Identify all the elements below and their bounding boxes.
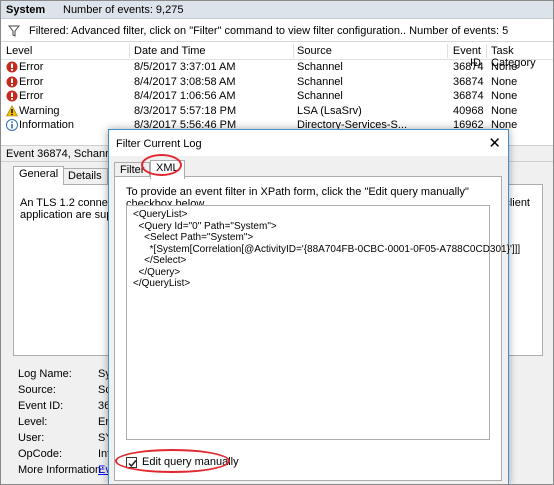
property-key: More Information: — [18, 464, 105, 476]
source-text: Schannel — [297, 61, 343, 73]
dialog-title: Filter Current Log — [116, 138, 202, 150]
task-text: None — [491, 104, 518, 117]
event-details-title: Event 36874, Schannel — [6, 148, 120, 160]
table-row[interactable]: Error 8/5/2017 3:37:01 AM Schannel 36874… — [1, 60, 553, 75]
event-id-text: 36874 — [453, 61, 484, 73]
property-key: User: — [18, 432, 45, 444]
table-row[interactable]: Error 8/4/2017 1:06:56 AM Schannel 36874… — [1, 89, 553, 104]
info-icon — [6, 119, 18, 131]
property-key: OpCode: — [18, 448, 63, 460]
error-icon — [6, 76, 18, 87]
task-text: None — [491, 75, 518, 88]
level-text: Warning — [19, 104, 60, 117]
source-text: LSA (LsaSrv) — [297, 104, 362, 117]
tab-xml[interactable]: XML — [150, 160, 185, 179]
filter-current-log-dialog: Filter Current Log ✕ Filter XML To provi… — [108, 129, 520, 485]
close-icon[interactable]: ✕ — [488, 134, 501, 152]
event-count: Number of events: 9,275 — [63, 4, 184, 16]
edit-query-label[interactable]: Edit query manually — [142, 456, 239, 468]
property-key: Source: — [18, 384, 56, 396]
log-header: System Number of events: 9,275 — [1, 1, 553, 19]
source-text: Schannel — [297, 75, 343, 88]
property-key: Level: — [18, 416, 48, 428]
table-row[interactable]: Warning 8/3/2017 5:57:18 PM LSA (LsaSrv)… — [1, 104, 553, 119]
log-name: System — [6, 4, 46, 16]
property-key: Event ID: — [18, 400, 64, 412]
date-text: 8/4/2017 3:08:58 AM — [134, 75, 236, 88]
level-text: Error — [19, 90, 44, 102]
xml-query-editor[interactable]: <QueryList> <Query Id="0" Path="System">… — [126, 205, 520, 440]
filter-bar: Filtered: Advanced filter, click on "Fil… — [1, 20, 553, 42]
source-text: Schannel — [297, 90, 343, 102]
date-text: 8/4/2017 1:06:56 AM — [134, 90, 236, 102]
events-table: Level Date and Time Source Event ID Task… — [1, 43, 553, 133]
date-text: 8/3/2017 5:57:18 PM — [134, 104, 237, 117]
task-text: None — [491, 61, 518, 73]
task-text: None — [491, 90, 518, 102]
level-text: Information — [19, 119, 75, 131]
table-header: Level Date and Time Source Event ID Task… — [1, 43, 553, 69]
level-text: Error — [19, 61, 44, 73]
column-date[interactable]: Date and Time — [134, 45, 206, 57]
event-id-text: 40968 — [453, 104, 484, 117]
error-icon — [6, 90, 18, 102]
xml-tab-panel: To provide an event filter in XPath form… — [114, 176, 520, 481]
table-row[interactable]: Error 8/4/2017 3:08:58 AM Schannel 36874… — [1, 75, 553, 90]
dialog-titlebar: Filter Current Log ✕ — [109, 130, 508, 156]
column-source[interactable]: Source — [297, 45, 332, 57]
event-id-text: 36874 — [453, 75, 484, 88]
property-key: Log Name: — [18, 368, 72, 380]
error-icon — [6, 61, 18, 73]
checkmark-icon — [128, 460, 137, 468]
tab-details[interactable]: Details — [62, 168, 108, 184]
warning-icon — [6, 104, 18, 116]
event-id-text: 36874 — [453, 90, 484, 102]
filter-description: Filtered: Advanced filter, click on "Fil… — [29, 25, 509, 37]
tab-general[interactable]: General — [13, 166, 65, 185]
level-text: Error — [19, 75, 44, 88]
column-level[interactable]: Level — [6, 45, 32, 57]
date-text: 8/5/2017 3:37:01 AM — [134, 61, 236, 73]
filter-icon — [8, 25, 20, 37]
edit-query-checkbox[interactable] — [126, 457, 137, 468]
